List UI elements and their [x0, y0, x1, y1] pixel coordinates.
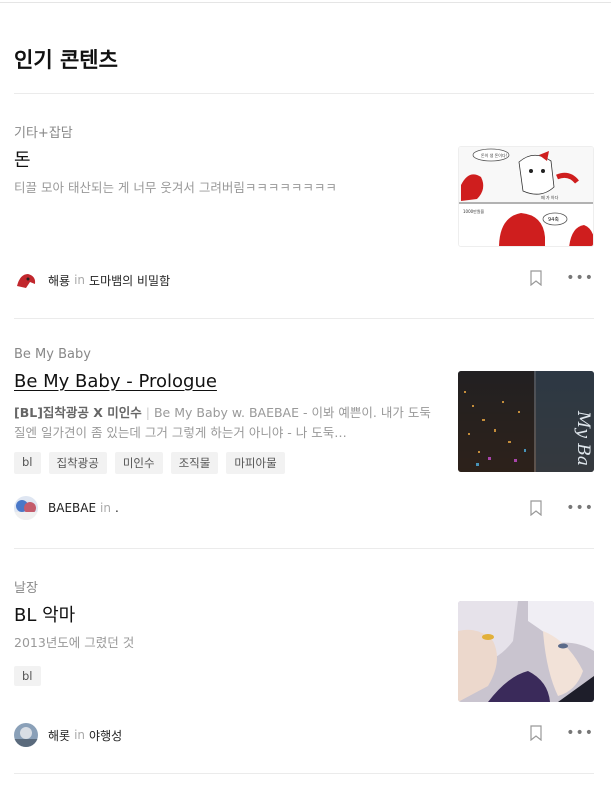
thumb-speech-2: 1000만원을 [463, 208, 485, 214]
tag-list: bl 집착광공 미인수 조직물 마피아물 [14, 452, 285, 474]
card-author[interactable]: 해롯 in 야행성 [14, 723, 122, 747]
content-card[interactable]: 기타+잡담 돈 티끌 모아 태산되는 게 너무 웃겨서 그려버림ㅋㅋㅋㅋㅋㅋㅋㅋ… [14, 122, 594, 332]
card-title[interactable]: BL 악마 [14, 601, 75, 627]
card-actions: ••• [530, 725, 594, 741]
magazine-name[interactable]: 도마뱀의 비밀함 [89, 272, 170, 289]
thumb-overlay-text: My Ba [573, 410, 593, 466]
in-label: in [100, 501, 111, 515]
tag[interactable]: 미인수 [114, 452, 163, 474]
card-category[interactable]: 기타+잡담 [14, 122, 73, 141]
bookmark-icon[interactable] [530, 500, 542, 516]
thumb-speech-1: 돈이 생 돈이다! [481, 152, 507, 158]
author-avatar[interactable] [14, 268, 38, 292]
in-label: in [74, 273, 86, 287]
card-title[interactable]: Be My Baby - Prologue [14, 371, 217, 392]
tag-list: bl [14, 666, 41, 686]
author-name[interactable]: 해롯 [48, 727, 70, 744]
card-thumbnail[interactable]: 돈이 생 돈이다! 떼 가 아다 1000만원을 94축 [458, 146, 594, 247]
card-actions: ••• [530, 500, 594, 516]
card-thumbnail[interactable] [458, 601, 594, 702]
page-title: 인기 콘텐츠 [14, 48, 118, 72]
card-author[interactable]: 해룡 in 도마뱀의 비밀함 [14, 268, 170, 292]
content-card[interactable]: Be My Baby Be My Baby - Prologue [BL]집착광… [14, 347, 594, 557]
tag[interactable]: 집착광공 [48, 452, 107, 474]
tag[interactable]: 조직물 [170, 452, 219, 474]
card-description[interactable]: 2013년도에 그렸던 것 [14, 633, 434, 653]
card-thumbnail[interactable]: My Ba [458, 371, 594, 472]
content-card[interactable]: 날장 BL 악마 2013년도에 그렸던 것 bl 해롯 in 야행성 ••• [14, 577, 594, 787]
in-label: in [74, 728, 86, 742]
author-name[interactable]: BAEBAE [48, 501, 96, 515]
tag[interactable]: bl [14, 666, 41, 686]
divider [14, 93, 594, 94]
bookmark-icon[interactable] [530, 725, 542, 741]
card-author[interactable]: BAEBAE in . [14, 496, 119, 520]
top-divider [0, 2, 611, 3]
author-name[interactable]: 해룡 [48, 272, 70, 289]
card-description[interactable]: 티끌 모아 태산되는 게 너무 웃겨서 그려버림ㅋㅋㅋㅋㅋㅋㅋㅋ [14, 178, 434, 198]
magazine-name[interactable]: . [115, 501, 119, 515]
card-category[interactable]: Be My Baby [14, 347, 91, 362]
more-icon[interactable]: ••• [566, 270, 594, 286]
card-category[interactable]: 날장 [14, 577, 38, 596]
divider [14, 548, 594, 549]
card-title[interactable]: 돈 [14, 146, 31, 172]
tag[interactable]: bl [14, 452, 41, 474]
author-avatar[interactable] [14, 496, 38, 520]
thumb-speech-3: 94축 [548, 216, 559, 223]
more-icon[interactable]: ••• [566, 725, 594, 741]
card-actions: ••• [530, 270, 594, 286]
divider [14, 773, 594, 774]
magazine-name[interactable]: 야행성 [89, 727, 122, 744]
tag[interactable]: 마피아물 [226, 452, 285, 474]
desc-tagline: [BL]집착광공 X 미인수 [14, 405, 142, 420]
bookmark-icon[interactable] [530, 270, 542, 286]
author-avatar[interactable] [14, 723, 38, 747]
more-icon[interactable]: ••• [566, 500, 594, 516]
thumb-caption: 떼 가 아다 [541, 194, 559, 200]
card-description[interactable]: [BL]집착광공 X 미인수 | Be My Baby w. BAEBAE - 이봐… [14, 403, 434, 443]
divider [14, 318, 594, 319]
